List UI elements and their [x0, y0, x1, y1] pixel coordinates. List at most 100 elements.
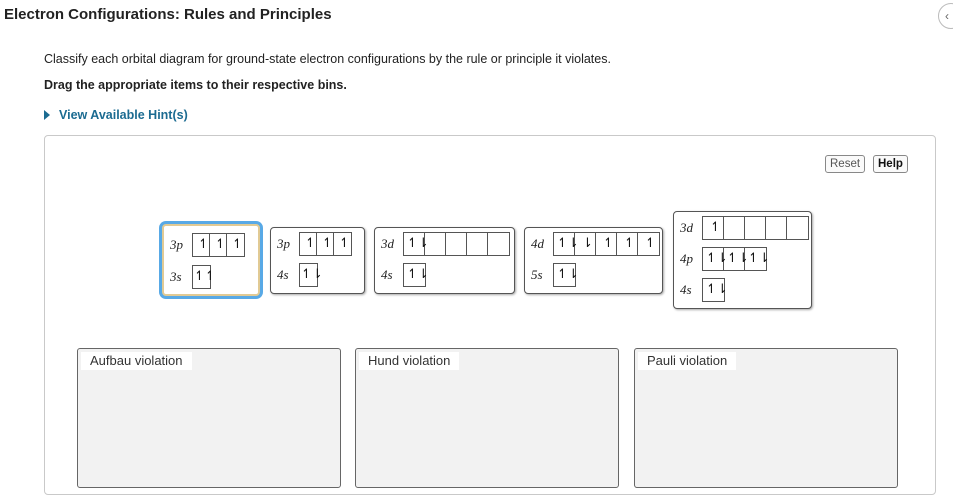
subshell-label: 3d — [680, 220, 693, 235]
orbital-card-5[interactable]: 3d ↿ 4p ↿⇂ ↿⇂ ↿⇂ 4s ↿⇂ — [673, 211, 812, 309]
bin-hund-violation[interactable]: Hund violation — [355, 348, 619, 488]
orbital-box — [425, 233, 446, 255]
subshell-label: 4p — [680, 251, 693, 266]
electron-arrow: ↿ — [305, 236, 316, 251]
electron-arrow: ↿ — [339, 236, 350, 251]
electron-arrow: ↿↿ — [194, 269, 216, 284]
electron-arrow: ↿ — [645, 236, 656, 251]
help-button[interactable]: Help — [873, 155, 908, 173]
bin-aufbau-violation[interactable]: Aufbau violation — [77, 348, 341, 488]
orbital-card-1[interactable]: 3p ↿ ↿ ↿ 3s ↿↿ — [162, 224, 260, 296]
electron-arrow: ↿⇂ — [706, 282, 728, 297]
orbital-row: 3d ↿ — [680, 216, 809, 240]
orbital-box: ↿⇂ — [300, 264, 323, 286]
orbital-box: ↿⇂ — [404, 264, 429, 286]
view-hints-link[interactable]: View Available Hint(s) — [44, 108, 188, 122]
orbital-boxes: ↿ — [702, 216, 809, 240]
orbital-box: ↿ — [334, 233, 351, 255]
chevron-left-icon: ‹ — [945, 9, 949, 23]
orbital-box: ⇂ — [575, 233, 596, 255]
bin-label: Pauli violation — [638, 352, 737, 370]
subshell-label: 3d — [381, 236, 394, 251]
orbital-card-2[interactable]: 3p ↿ ↿ ↿ 4s ↿⇂ — [270, 227, 365, 294]
instructions-bold-text: Drag the appropriate items to their resp… — [44, 78, 347, 92]
orbital-box — [724, 217, 745, 239]
electron-arrow: ↿⇂ — [407, 267, 429, 282]
orbital-box — [745, 217, 766, 239]
orbital-boxes: ↿↿ — [192, 265, 216, 289]
triangle-right-icon — [44, 110, 50, 120]
orbital-row: 4s ↿⇂ — [680, 278, 728, 302]
subshell-label: 4s — [680, 282, 692, 297]
orbital-row: 3d ↿⇂ — [381, 232, 510, 256]
subshell-label: 4s — [381, 267, 393, 282]
subshell-label: 3s — [170, 269, 182, 284]
orbital-row: 3p ↿ ↿ ↿ — [170, 233, 245, 257]
orbital-box — [467, 233, 488, 255]
subshell-label: 3p — [277, 236, 290, 251]
orbital-boxes: ↿ ↿ ↿ — [192, 233, 245, 257]
orbital-box: ↿ — [703, 217, 724, 239]
bin-pauli-violation[interactable]: Pauli violation — [634, 348, 898, 488]
orbital-box: ↿⇂ — [554, 233, 579, 255]
electron-arrow: ↿ — [710, 220, 721, 235]
orbital-boxes: ↿⇂ — [403, 263, 429, 287]
orbital-box: ↿⇂ — [703, 248, 728, 270]
reset-button[interactable]: Reset — [825, 155, 866, 173]
orbital-boxes: ↿⇂ — [299, 263, 323, 287]
subshell-label: 4s — [277, 267, 289, 282]
orbital-row: 4p ↿⇂ ↿⇂ ↿⇂ — [680, 247, 770, 271]
orbital-box: ↿ — [317, 233, 334, 255]
orbital-row: 5s ↿⇂ — [531, 263, 579, 287]
orbital-box: ↿ — [300, 233, 317, 255]
orbital-boxes: ↿⇂ — [403, 232, 510, 256]
orbital-row: 3p ↿ ↿ ↿ — [277, 232, 352, 256]
orbital-box: ↿⇂ — [554, 264, 579, 286]
orbital-box — [787, 217, 808, 239]
orbital-card-4[interactable]: 4d ↿⇂ ⇂ ↿ ↿ ↿ 5s ↿⇂ — [524, 227, 663, 294]
instructions-text: Classify each orbital diagram for ground… — [44, 52, 611, 66]
electron-arrow: ↿ — [232, 237, 243, 252]
subshell-label: 3p — [170, 237, 183, 252]
orbital-box: ↿ — [617, 233, 638, 255]
bin-label: Aufbau violation — [81, 352, 192, 370]
orbital-row: 4s ↿⇂ — [277, 263, 323, 287]
orbital-boxes: ↿⇂ ⇂ ↿ ↿ ↿ — [553, 232, 660, 256]
subshell-label: 5s — [531, 267, 543, 282]
orbital-box: ↿↿ — [193, 266, 216, 288]
orbital-box: ↿⇂ — [745, 248, 770, 270]
electron-arrow: ↿ — [198, 237, 209, 252]
orbital-boxes: ↿⇂ ↿⇂ ↿⇂ — [702, 247, 770, 271]
orbital-box: ↿ — [227, 234, 244, 256]
orbital-boxes: ↿⇂ — [702, 278, 728, 302]
orbital-box: ↿ — [193, 234, 210, 256]
electron-arrow: ↿ — [322, 236, 333, 251]
electron-arrow: ↿ — [603, 236, 614, 251]
bin-label: Hund violation — [359, 352, 460, 370]
orbital-row: 4d ↿⇂ ⇂ ↿ ↿ ↿ — [531, 232, 660, 256]
page-title: Electron Configurations: Rules and Princ… — [4, 6, 332, 23]
orbital-row: 3s ↿↿ — [170, 265, 216, 289]
orbital-box: ↿ — [638, 233, 659, 255]
collapse-button[interactable]: ‹ — [938, 3, 953, 29]
orbital-boxes: ↿⇂ — [553, 263, 579, 287]
electron-arrow: ↿⇂ — [301, 267, 323, 282]
orbital-box: ↿⇂ — [724, 248, 749, 270]
electron-arrow: ↿⇂ — [557, 267, 579, 282]
orbital-row: 4s ↿⇂ — [381, 263, 429, 287]
subshell-label: 4d — [531, 236, 544, 251]
orbital-box — [488, 233, 509, 255]
orbital-box: ↿ — [210, 234, 227, 256]
electron-arrow: ⇂ — [582, 236, 593, 251]
orbital-box — [446, 233, 467, 255]
electron-arrow: ↿ — [215, 237, 226, 252]
orbital-boxes: ↿ ↿ ↿ — [299, 232, 352, 256]
orbital-box: ↿ — [596, 233, 617, 255]
electron-arrow: ↿⇂ — [748, 251, 770, 266]
orbital-box: ↿⇂ — [703, 279, 728, 301]
electron-arrow: ↿ — [624, 236, 635, 251]
orbital-box — [766, 217, 787, 239]
orbital-box: ↿⇂ — [404, 233, 429, 255]
orbital-card-3[interactable]: 3d ↿⇂ 4s ↿⇂ — [374, 227, 515, 294]
hint-label: View Available Hint(s) — [59, 108, 188, 122]
